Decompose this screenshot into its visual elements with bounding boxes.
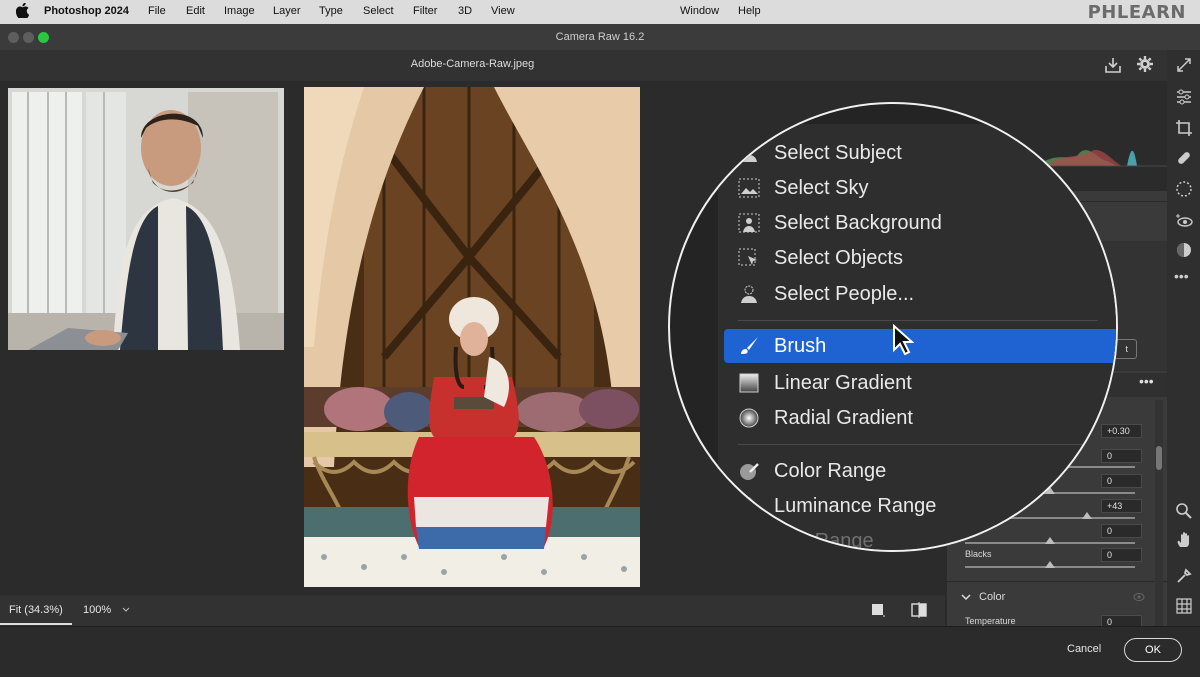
magnified-mask-menu: Select Subject Select Sky Select Backgro… bbox=[668, 102, 1118, 552]
menu-image[interactable]: Image bbox=[224, 5, 255, 17]
luminance-range-icon bbox=[741, 497, 758, 516]
radial-gradient-icon bbox=[739, 408, 759, 428]
chevron-down-icon[interactable] bbox=[961, 592, 971, 602]
crop-icon[interactable] bbox=[1175, 119, 1193, 137]
eyedropper-icon[interactable] bbox=[1175, 567, 1193, 585]
phlearn-logo: PHLEARN bbox=[1087, 2, 1186, 23]
select-objects-icon bbox=[738, 248, 757, 266]
color-section-title[interactable]: Color bbox=[979, 591, 1005, 603]
menu-item-label: Select People... bbox=[774, 283, 915, 305]
menu-help[interactable]: Help bbox=[738, 5, 761, 17]
menu-item-brush[interactable]: Brush bbox=[724, 329, 1116, 363]
menu-item-label: Luminance Range bbox=[774, 495, 937, 517]
select-sky-icon bbox=[738, 178, 760, 198]
red-eye-icon[interactable] bbox=[1175, 212, 1193, 230]
right-toolbar: ••• bbox=[1167, 50, 1200, 626]
menu-item-linear-gradient[interactable]: Linear Gradient bbox=[718, 366, 1116, 400]
menu-file[interactable]: File bbox=[148, 5, 166, 17]
menu-window[interactable]: Window bbox=[680, 5, 719, 17]
webcam-overlay bbox=[8, 88, 284, 350]
menu-item-label: Select Background bbox=[774, 212, 942, 234]
panel-scrollbar[interactable] bbox=[1155, 400, 1163, 626]
menu-type[interactable]: Type bbox=[319, 5, 343, 17]
app-menu[interactable]: Photoshop 2024 bbox=[44, 5, 129, 17]
menu-item-luminance-range[interactable]: Luminance Range bbox=[718, 489, 1116, 523]
blacks-label: Blacks bbox=[965, 549, 992, 559]
window-title: Camera Raw 16.2 bbox=[555, 31, 645, 43]
menu-item-select-objects[interactable]: Select Objects bbox=[718, 241, 1116, 275]
menu-item-select-sky[interactable]: Select Sky bbox=[718, 171, 1116, 205]
menu-item-select-people[interactable]: Select People... bbox=[718, 277, 1116, 311]
mouse-cursor-icon bbox=[893, 324, 914, 356]
menu-item-label: Radial Gradient bbox=[774, 407, 913, 429]
view-mode-icon[interactable] bbox=[870, 602, 886, 618]
main-photo[interactable] bbox=[304, 87, 640, 587]
menu-select[interactable]: Select bbox=[363, 5, 394, 17]
create-mask-menu: Select Subject Select Sky Select Backgro… bbox=[718, 124, 1116, 552]
cancel-button[interactable]: Cancel bbox=[1067, 643, 1101, 655]
menu-item-radial-gradient[interactable]: Radial Gradient bbox=[718, 401, 1116, 435]
menu-separator bbox=[738, 320, 1098, 321]
apple-icon[interactable] bbox=[16, 3, 29, 18]
select-people-icon bbox=[741, 285, 757, 303]
fullscreen-icon[interactable] bbox=[1175, 56, 1193, 74]
brush-icon bbox=[741, 337, 758, 354]
menu-item-label: Select Sky bbox=[774, 177, 869, 199]
bottom-bar: Fit (34.3%) 100% bbox=[0, 595, 945, 626]
masking-icon[interactable] bbox=[1175, 180, 1193, 198]
healing-bandage-icon[interactable] bbox=[1175, 149, 1193, 167]
menu-layer[interactable]: Layer bbox=[273, 5, 301, 17]
gear-icon[interactable] bbox=[1136, 55, 1154, 73]
scrollbar-thumb[interactable] bbox=[1156, 446, 1162, 470]
menu-item-depth-range[interactable]: h Range bbox=[718, 524, 1116, 552]
menu-separator bbox=[738, 444, 1098, 445]
more-options-icon[interactable]: ••• bbox=[1139, 373, 1154, 389]
menu-item-label: Select Subject bbox=[774, 142, 902, 164]
menu-item-select-subject[interactable]: Select Subject bbox=[718, 136, 1116, 170]
zoom-dropdown-chevron-icon[interactable] bbox=[122, 607, 130, 613]
presets-icon[interactable] bbox=[1175, 241, 1193, 259]
menu-3d[interactable]: 3D bbox=[458, 5, 472, 17]
temperature-label: Temperature bbox=[965, 616, 1016, 626]
menu-view[interactable]: View bbox=[491, 5, 515, 17]
dialog-footer bbox=[0, 626, 1200, 677]
filename-label: Adobe-Camera-Raw.jpeg bbox=[410, 58, 535, 70]
menu-item-select-background[interactable]: Select Background bbox=[718, 206, 1116, 240]
linear-gradient-icon bbox=[739, 373, 759, 393]
visibility-eye-icon[interactable] bbox=[1133, 592, 1145, 602]
menu-edit[interactable]: Edit bbox=[186, 5, 205, 17]
select-background-icon bbox=[738, 213, 760, 233]
save-icon[interactable] bbox=[1104, 56, 1122, 74]
menu-item-label: Select Objects bbox=[774, 247, 903, 269]
more-tools-icon[interactable]: ••• bbox=[1174, 268, 1189, 284]
hand-icon[interactable] bbox=[1175, 531, 1193, 549]
blacks-slider-thumb[interactable] bbox=[1045, 561, 1055, 568]
menu-item-label: Linear Gradient bbox=[774, 372, 912, 394]
menu-item-color-range[interactable]: Color Range bbox=[718, 454, 1116, 488]
grid-icon[interactable] bbox=[1175, 597, 1193, 615]
ok-button[interactable]: OK bbox=[1124, 638, 1182, 662]
zoom-fit-underline bbox=[0, 623, 72, 625]
color-range-icon bbox=[740, 463, 759, 480]
edit-sliders-icon[interactable] bbox=[1175, 88, 1193, 106]
zoom-icon[interactable] bbox=[1175, 502, 1193, 520]
select-subject-icon bbox=[741, 145, 757, 162]
menu-item-label: Color Range bbox=[774, 460, 887, 482]
zoom-100-button[interactable]: 100% bbox=[83, 604, 111, 616]
macos-menu-bar: Photoshop 2024 File Edit Image Layer Typ… bbox=[0, 0, 1200, 24]
menu-item-label: Brush bbox=[774, 335, 827, 357]
menu-filter[interactable]: Filter bbox=[413, 5, 437, 17]
before-after-icon[interactable] bbox=[910, 602, 928, 618]
menu-item-label: h Range bbox=[798, 530, 874, 552]
blacks-value-field[interactable]: 0 bbox=[1101, 548, 1142, 562]
zoom-fit-button[interactable]: Fit (34.3%) bbox=[9, 604, 63, 616]
